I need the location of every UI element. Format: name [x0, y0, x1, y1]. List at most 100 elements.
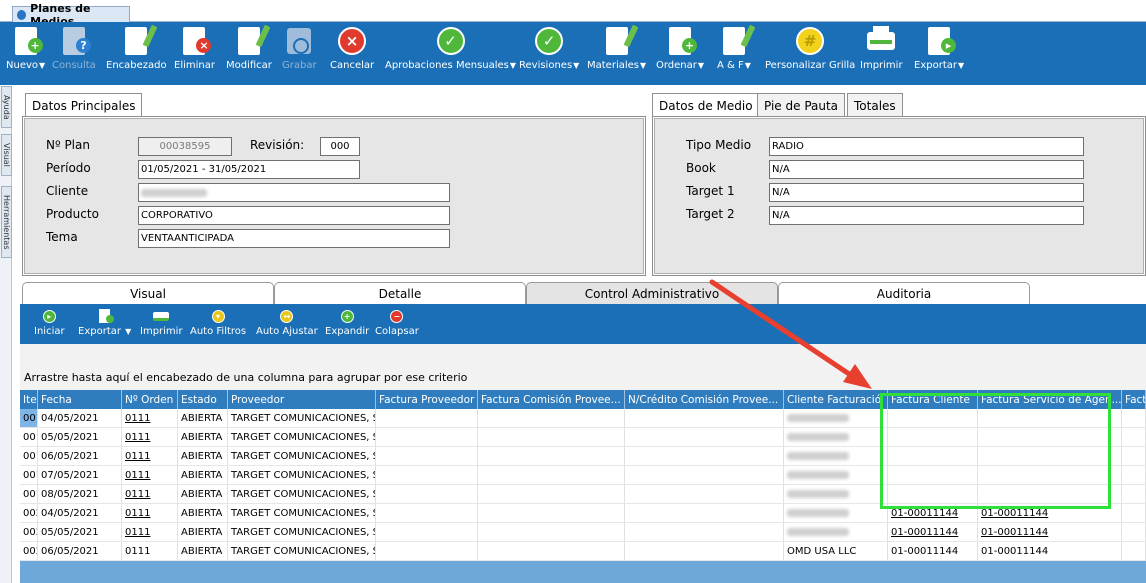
- table-cell[interactable]: OMD USA LLC: [784, 542, 888, 561]
- consulta-button[interactable]: ? Consulta: [52, 26, 96, 71]
- table-cell[interactable]: [625, 504, 784, 523]
- table-cell[interactable]: 0111: [122, 504, 178, 523]
- side-tab-herramientas[interactable]: Herramientas: [1, 186, 12, 258]
- table-cell[interactable]: 05/05/2021: [38, 523, 122, 542]
- cliente-facturacion-cell[interactable]: [784, 523, 888, 542]
- nuevo-button[interactable]: + Nuevo▼: [6, 26, 45, 71]
- table-cell[interactable]: 0111: [122, 466, 178, 485]
- iniciar-button[interactable]: ▸ Iniciar: [34, 308, 65, 337]
- table-cell[interactable]: ABIERTA: [178, 504, 228, 523]
- cancelar-button[interactable]: × Cancelar: [330, 26, 374, 71]
- table-cell[interactable]: [376, 409, 478, 428]
- column-header[interactable]: Factura Comisión Provee...: [478, 390, 625, 409]
- table-cell[interactable]: 0111: [122, 485, 178, 504]
- table-cell[interactable]: TARGET COMUNICACIONES, S: [228, 428, 376, 447]
- tipo-medio-field[interactable]: RADIO: [769, 137, 1084, 156]
- table-cell[interactable]: [625, 409, 784, 428]
- table-cell[interactable]: [478, 485, 625, 504]
- tab-totales[interactable]: Totales: [847, 93, 903, 117]
- table-cell[interactable]: [625, 428, 784, 447]
- table-cell[interactable]: [478, 466, 625, 485]
- table-cell[interactable]: 0111: [122, 428, 178, 447]
- book-field[interactable]: N/A: [769, 160, 1084, 179]
- table-cell[interactable]: 06/05/2021: [38, 447, 122, 466]
- table-cell[interactable]: [1122, 485, 1146, 504]
- table-cell[interactable]: 001: [20, 428, 38, 447]
- table-cell[interactable]: [1122, 523, 1146, 542]
- table-cell[interactable]: 01-00011144: [978, 523, 1122, 542]
- table-cell[interactable]: TARGET COMUNICACIONES, S: [228, 504, 376, 523]
- cliente-facturacion-cell[interactable]: [784, 447, 888, 466]
- table-cell[interactable]: 01-00011144: [888, 523, 978, 542]
- tab-control-administrativo[interactable]: Control Administrativo: [526, 282, 778, 304]
- grid-exportar-button[interactable]: Exportar ▼: [78, 308, 131, 337]
- column-header[interactable]: Nº Orden: [122, 390, 178, 409]
- auto-filtros-button[interactable]: ▾ Auto Filtros: [190, 308, 246, 337]
- side-tab-ayuda[interactable]: Ayuda: [1, 86, 12, 128]
- table-cell[interactable]: ABIERTA: [178, 542, 228, 561]
- encabezado-button[interactable]: Encabezado: [106, 24, 167, 71]
- table-cell[interactable]: [478, 504, 625, 523]
- target1-field[interactable]: N/A: [769, 183, 1084, 202]
- modificar-button[interactable]: Modificar: [226, 24, 272, 71]
- periodo-field[interactable]: 01/05/2021 - 31/05/2021: [138, 160, 360, 179]
- table-cell[interactable]: 01-00011144: [888, 542, 978, 561]
- table-cell[interactable]: 001: [20, 485, 38, 504]
- table-cell[interactable]: 001: [20, 466, 38, 485]
- exportar-button[interactable]: ▸ Exportar▼: [914, 26, 964, 71]
- table-cell[interactable]: 06/05/2021: [38, 542, 122, 561]
- table-cell[interactable]: 01-00011144: [978, 542, 1122, 561]
- table-cell[interactable]: ABIERTA: [178, 409, 228, 428]
- ordenar-button[interactable]: + Ordenar▼: [656, 26, 704, 71]
- table-cell[interactable]: 08/05/2021: [38, 485, 122, 504]
- column-header[interactable]: Fact: [1122, 390, 1146, 409]
- column-header[interactable]: Proveedor: [228, 390, 376, 409]
- target2-field[interactable]: N/A: [769, 206, 1084, 225]
- table-cell[interactable]: [478, 447, 625, 466]
- table-cell[interactable]: [376, 485, 478, 504]
- side-tab-visual[interactable]: Visual: [1, 134, 12, 176]
- cliente-facturacion-cell[interactable]: [784, 466, 888, 485]
- table-cell[interactable]: [376, 466, 478, 485]
- table-cell[interactable]: 05/05/2021: [38, 428, 122, 447]
- tab-auditoria[interactable]: Auditoria: [778, 282, 1030, 304]
- table-cell[interactable]: TARGET COMUNICACIONES, S: [228, 485, 376, 504]
- table-cell[interactable]: ABIERTA: [178, 523, 228, 542]
- column-header[interactable]: Estado: [178, 390, 228, 409]
- table-cell[interactable]: [478, 428, 625, 447]
- grabar-button[interactable]: Grabar: [282, 26, 317, 71]
- table-cell[interactable]: ABIERTA: [178, 485, 228, 504]
- table-cell[interactable]: ABIERTA: [178, 466, 228, 485]
- column-header[interactable]: Factura Proveedor: [376, 390, 478, 409]
- tab-detalle[interactable]: Detalle: [274, 282, 526, 304]
- table-cell[interactable]: 04/05/2021: [38, 504, 122, 523]
- revisiones-button[interactable]: ✓ Revisiones▼: [519, 26, 579, 71]
- cliente-facturacion-cell[interactable]: [784, 428, 888, 447]
- table-cell[interactable]: TARGET COMUNICACIONES, S: [228, 523, 376, 542]
- aprobaciones-mensuales-button[interactable]: ✓ Aprobaciones Mensuales▼: [385, 26, 516, 71]
- materiales-button[interactable]: Materiales▼: [587, 24, 646, 71]
- tab-pie-de-pauta[interactable]: Pie de Pauta: [757, 93, 846, 117]
- cliente-facturacion-cell[interactable]: [784, 409, 888, 428]
- table-cell[interactable]: [625, 466, 784, 485]
- table-cell[interactable]: TARGET COMUNICACIONES, S: [228, 542, 376, 561]
- auto-ajustar-button[interactable]: ↔ Auto Ajustar: [256, 308, 318, 337]
- eliminar-button[interactable]: × Eliminar: [174, 26, 215, 71]
- grid-imprimir-button[interactable]: Imprimir: [140, 308, 183, 337]
- table-cell[interactable]: TARGET COMUNICACIONES, S: [228, 466, 376, 485]
- imprimir-button[interactable]: Imprimir: [860, 26, 903, 71]
- expandir-button[interactable]: + Expandir: [325, 308, 369, 337]
- table-cell[interactable]: [376, 504, 478, 523]
- table-cell[interactable]: 0111: [122, 542, 178, 561]
- table-cell[interactable]: [1122, 428, 1146, 447]
- table-cell[interactable]: [376, 447, 478, 466]
- table-cell[interactable]: 001: [20, 447, 38, 466]
- table-cell[interactable]: [1122, 447, 1146, 466]
- af-button[interactable]: A & F▼: [717, 24, 756, 71]
- column-header[interactable]: Fecha: [38, 390, 122, 409]
- table-cell[interactable]: [625, 485, 784, 504]
- table-cell[interactable]: [478, 409, 625, 428]
- table-cell[interactable]: 002: [20, 523, 38, 542]
- table-cell[interactable]: 0111: [122, 523, 178, 542]
- table-cell[interactable]: [1122, 542, 1146, 561]
